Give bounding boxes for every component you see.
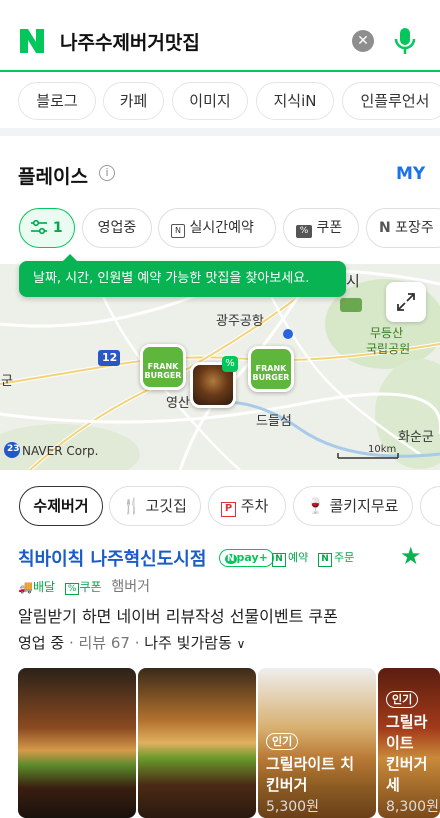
- reserve-badge: N 예약: [272, 549, 308, 567]
- coupon-badge-icon: %: [222, 356, 238, 372]
- map-pin-frank-burger[interactable]: FRANK BURGER: [140, 344, 186, 390]
- menu-price: 8,300원: [386, 799, 439, 815]
- delivery-icon: 🚚: [18, 580, 33, 594]
- menu-price: 5,300원: [266, 799, 319, 815]
- section-title: 플레이스: [18, 166, 88, 188]
- category-meat[interactable]: 🍴 고깃집: [109, 486, 201, 526]
- calendar-icon: N: [171, 224, 185, 238]
- menu-name: 그릴라이트: [386, 713, 428, 752]
- star-icon[interactable]: ★: [400, 542, 422, 570]
- menu-name: 킨버거 세: [386, 755, 428, 794]
- business-status: 영업 중: [18, 634, 65, 652]
- map-label-hwasun: 화순군: [398, 430, 434, 445]
- fork-knife-icon: 🍴: [122, 497, 141, 515]
- photo-3[interactable]: 인기 그릴라이트 치 킨버거 5,300원: [258, 668, 376, 818]
- photo-1[interactable]: [18, 668, 136, 818]
- naver-n-icon: N: [379, 220, 391, 236]
- category-bar: 수제버거 🍴 고깃집 P 주차 🍷 콜키지무료: [0, 486, 440, 528]
- service-badges: 🚚배달 % 쿠폰 햄버거: [18, 576, 150, 596]
- review-count[interactable]: 리뷰 67: [79, 634, 130, 652]
- tab-kin[interactable]: 지식iN: [256, 82, 334, 120]
- photo-4[interactable]: 인기 그릴라이트 킨버거 세 8,300원: [378, 668, 440, 818]
- pin-label: BURGER: [144, 371, 182, 380]
- npay-badge: Npay+: [219, 549, 274, 567]
- search-tabs: 블로그 카페 이미지 지식iN 인플루언서: [0, 72, 440, 128]
- naver-logo[interactable]: [18, 27, 46, 55]
- my-button[interactable]: MY: [396, 164, 425, 184]
- filter-open-now[interactable]: 영업중: [82, 208, 152, 248]
- popular-tag: 인기: [386, 691, 419, 708]
- filter-takeout[interactable]: N 포장주: [366, 208, 440, 248]
- map-label-gun: 군: [1, 374, 13, 389]
- map-label-si: 시: [346, 272, 360, 290]
- photo-carousel[interactable]: 인기 그릴라이트 치 킨버거 5,300원 인기 그릴라이트 킨버거 세 8,3…: [18, 668, 440, 818]
- npay-label: pay+: [236, 551, 268, 564]
- filter-label: 포장주: [395, 220, 434, 236]
- tab-cafe[interactable]: 카페: [103, 82, 164, 120]
- menu-overlay: 인기 그릴라이트 킨버거 세 8,300원: [386, 688, 440, 818]
- category-more[interactable]: [420, 486, 440, 526]
- sliders-icon: [31, 219, 47, 235]
- badge-label: 주문: [334, 551, 355, 564]
- filter-label: 실시간예약: [189, 220, 254, 236]
- menu-name: 킨버거: [266, 776, 308, 794]
- wine-icon: 🍷: [306, 497, 325, 515]
- delivery-label: 배달: [32, 580, 56, 594]
- filter-realtime-reservation[interactable]: N 실시간예약: [158, 208, 276, 248]
- category-label: 고깃집: [145, 497, 187, 515]
- menu-name: 그릴라이트 치: [266, 755, 355, 773]
- coupon-icon: %: [296, 225, 312, 238]
- tab-influencer[interactable]: 인플루언서: [342, 82, 440, 120]
- promo-text[interactable]: 알림받기 하면 네이버 리뷰작성 선물이벤트 쿠폰: [18, 603, 338, 627]
- map-label-airport: 광주공항: [216, 314, 264, 329]
- map-label-yeongsan: 영산: [166, 396, 190, 411]
- category-corkage[interactable]: 🍷 콜키지무료: [293, 486, 413, 526]
- map-scale-label: 10km: [368, 444, 397, 455]
- place-name-link[interactable]: 칙바이칙 나주혁신도시점: [18, 545, 206, 571]
- badge-label: 예약: [288, 551, 309, 564]
- map-label-park2: 국립공원: [366, 342, 411, 356]
- photo-2[interactable]: [138, 668, 256, 818]
- map-pin-frank-burger-2[interactable]: FRANK BURGER: [248, 346, 294, 392]
- category-label: 콜키지무료: [329, 497, 399, 515]
- filter-bar: 1 영업중 N 실시간예약 % 쿠폰 N 포장주: [0, 206, 440, 250]
- map-copyright: NAVER Corp.: [22, 444, 99, 458]
- map-label-road: 12: [102, 351, 118, 364]
- pin-label: BURGER: [252, 373, 290, 382]
- parking-icon: P: [221, 502, 236, 517]
- tab-blog[interactable]: 블로그: [18, 82, 96, 120]
- order-badge: N 주문: [318, 549, 354, 567]
- place-category: 햄버거: [111, 579, 150, 595]
- tab-image[interactable]: 이미지: [172, 82, 248, 120]
- category-label: 주차: [240, 497, 269, 515]
- filter-coupon[interactable]: % 쿠폰: [283, 208, 359, 248]
- section-divider: [0, 128, 440, 136]
- coupon-label: 쿠폰: [79, 580, 102, 594]
- category-parking[interactable]: P 주차: [208, 486, 286, 526]
- filter-settings-button[interactable]: 1: [19, 208, 75, 248]
- pin-label: FRANK: [255, 364, 287, 373]
- expand-icon: [397, 293, 415, 311]
- menu-overlay: 인기 그릴라이트 치 킨버거 5,300원: [266, 730, 354, 818]
- place-meta: 영업 중 · 리뷰 67 · 나주 빛가람동 ∨: [18, 634, 246, 652]
- reservation-tooltip[interactable]: 날짜, 시간, 인원별 예약 가능한 맛집을 찾아보세요.: [19, 254, 346, 297]
- map-label-highway: 23: [7, 444, 20, 454]
- info-icon[interactable]: i: [99, 165, 115, 181]
- microphone-icon[interactable]: [392, 26, 418, 56]
- category-handmade-burger[interactable]: 수제버거: [19, 486, 103, 526]
- map-label-park: 무등산: [370, 326, 404, 340]
- coupon-icon: %: [64, 583, 80, 595]
- search-query[interactable]: 나주수제버거맛집: [60, 28, 200, 55]
- map-label-deuldeul: 드들섬: [256, 414, 292, 429]
- close-icon[interactable]: ✕: [352, 30, 374, 52]
- search-header: 나주수제버거맛집 ✕: [0, 0, 440, 72]
- chevron-down-icon[interactable]: ∨: [237, 637, 246, 651]
- popular-tag: 인기: [266, 733, 299, 750]
- filter-label: 쿠폰: [316, 220, 343, 236]
- pin-label: FRANK: [147, 362, 179, 371]
- filter-count: 1: [52, 220, 63, 236]
- map-expand-button[interactable]: [386, 282, 426, 322]
- place-location[interactable]: 나주 빛가람동: [144, 634, 232, 652]
